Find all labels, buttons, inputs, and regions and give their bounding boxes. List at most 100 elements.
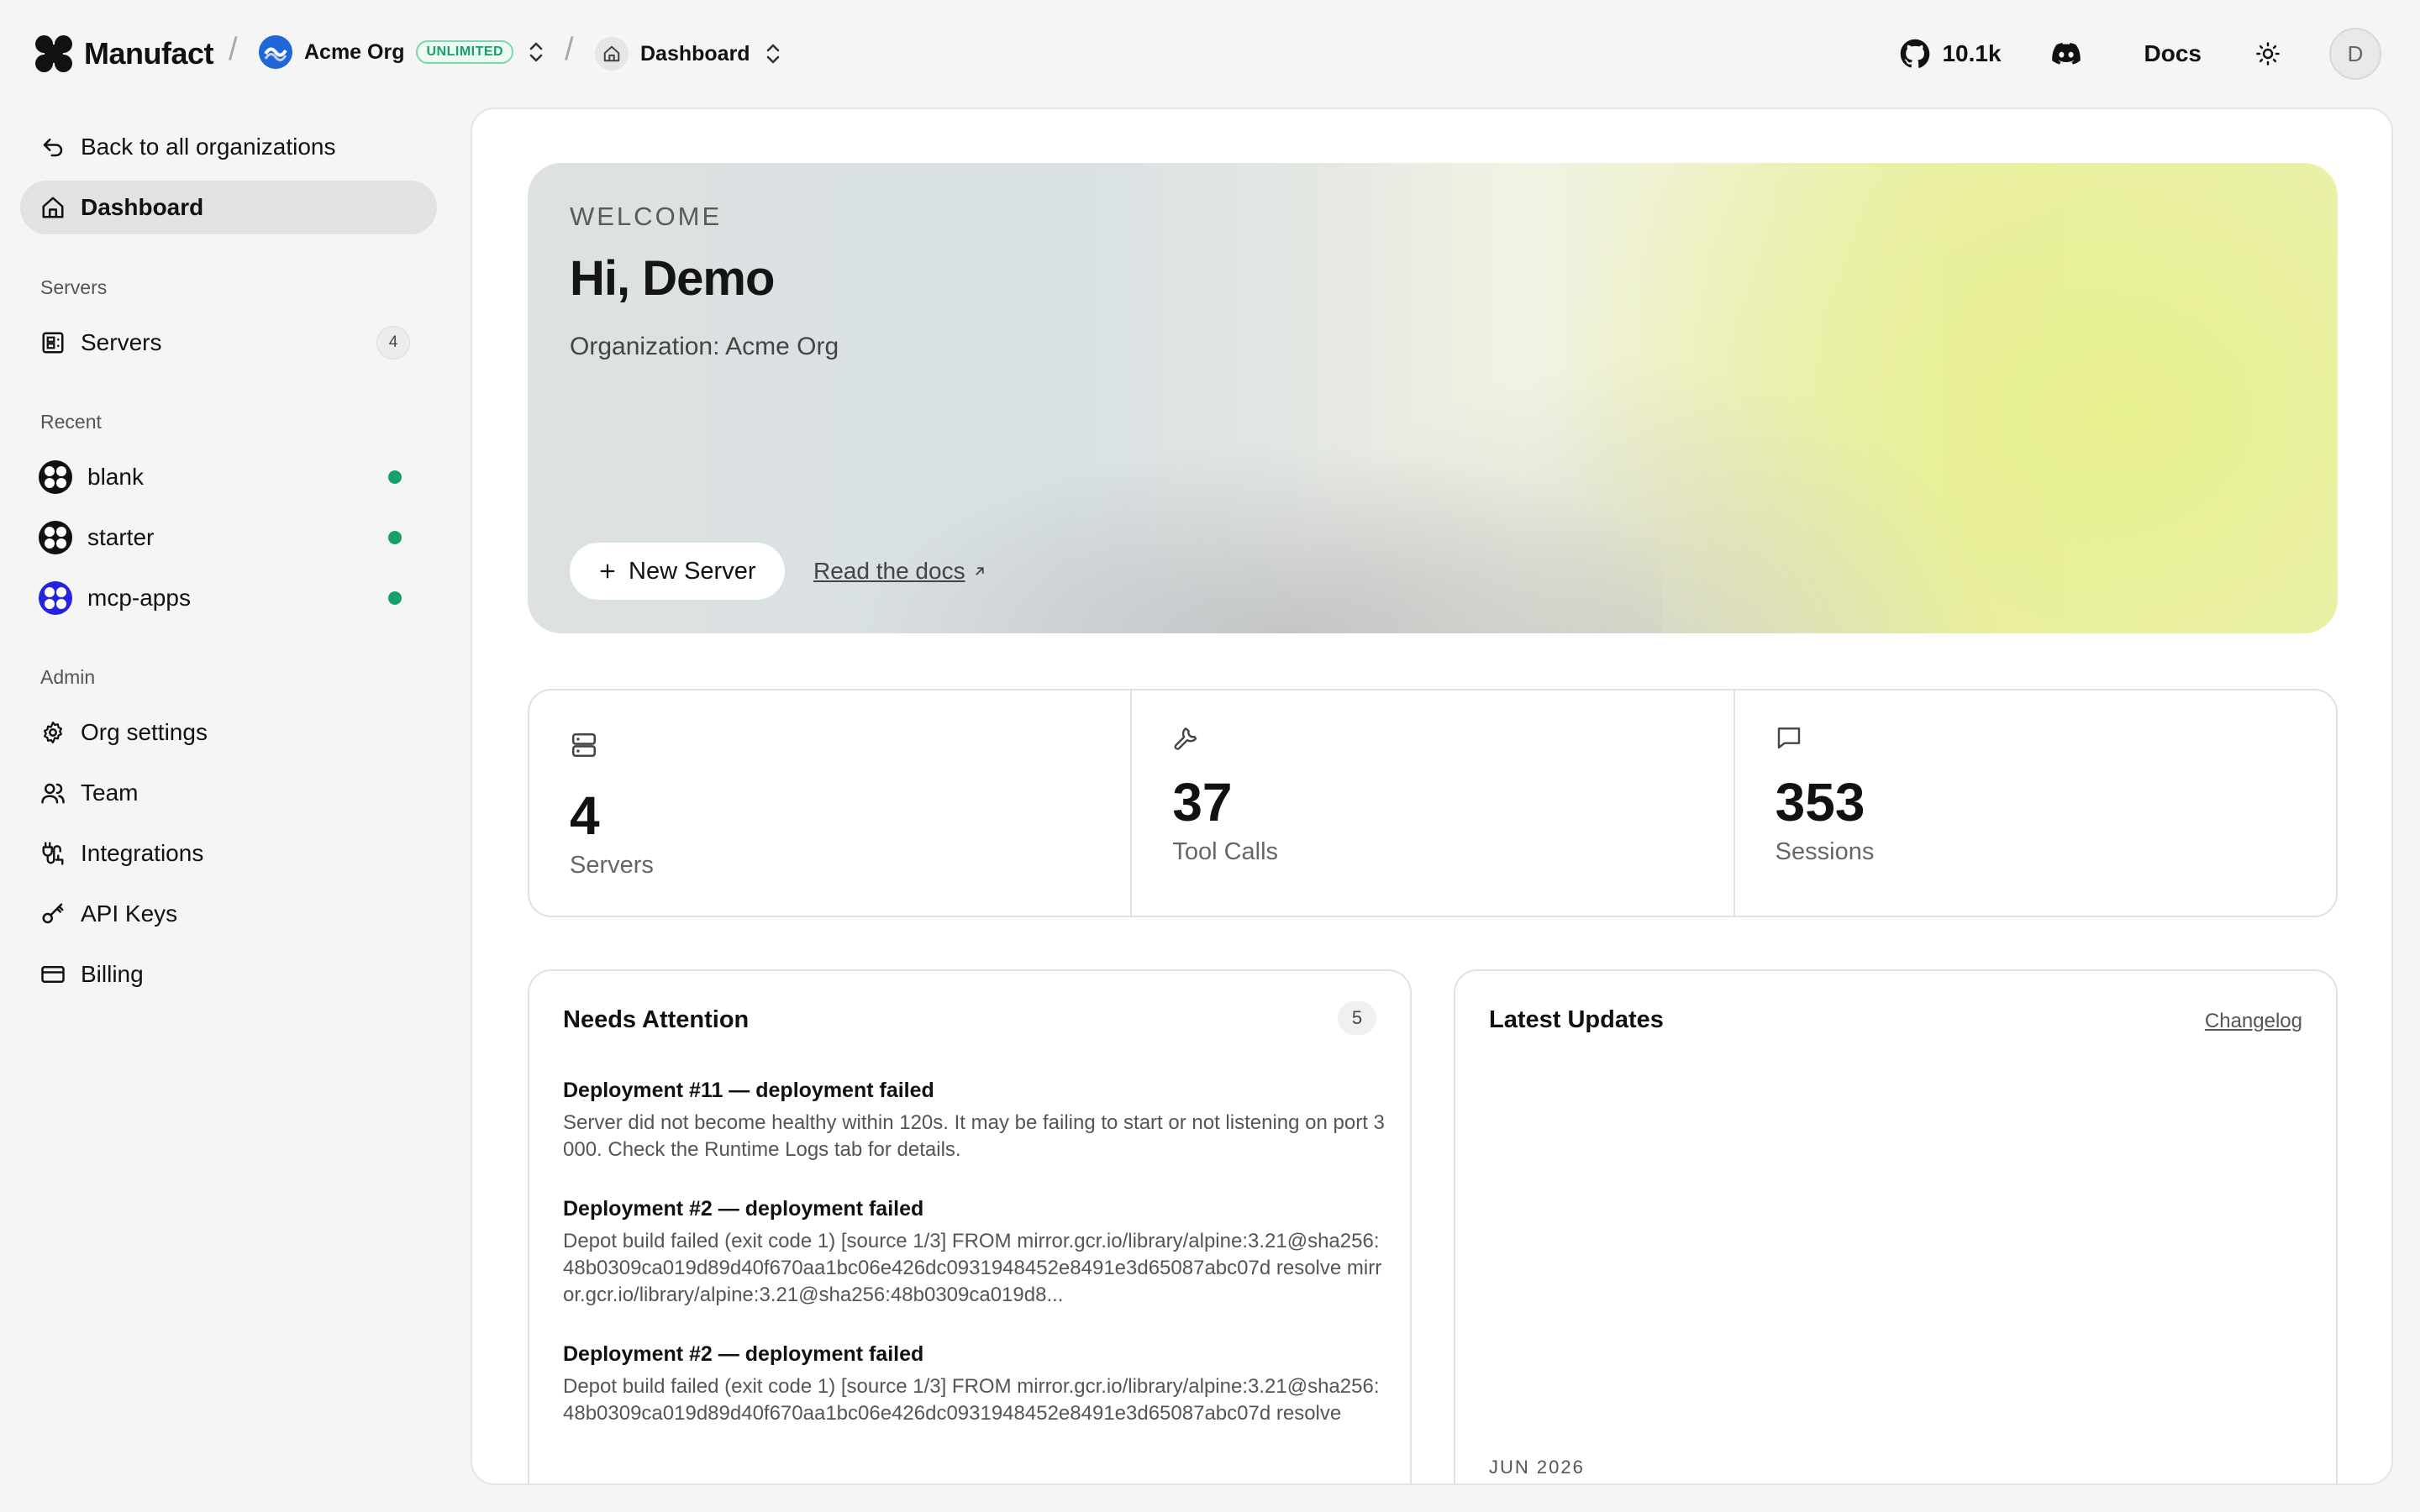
org-name: Acme Org [304,39,405,64]
sidebar-item-label: Servers [81,329,162,355]
hero-subtitle: Organization: Acme Org [570,333,839,360]
read-docs-label: Read the docs [813,558,965,584]
stat-label: Servers [570,852,654,879]
sun-icon [2256,42,2280,66]
plan-badge: UNLIMITED [416,40,514,64]
brand-logo[interactable]: Manufact [35,35,214,72]
status-dot-online [388,591,402,605]
attention-item-title: Deployment #2 — deployment failed [563,1342,924,1366]
discord-icon [2051,43,2081,65]
attention-item-title: Deployment #2 — deployment failed [563,1197,924,1221]
plus-icon [600,564,615,579]
wrench-icon [1174,727,1197,750]
gear-icon [39,718,67,747]
sidebar-item-team[interactable]: Team [20,766,437,820]
sidebar-item-org-settings[interactable]: Org settings [20,706,437,759]
attention-item-body: Server did not become healthy within 120… [563,1111,1385,1161]
breadcrumb-separator: / [229,32,238,67]
github-star-count: 10.1k [1942,40,2002,66]
sidebar-item-label: Team [81,780,139,806]
server-box-icon [39,328,67,357]
attention-item-title: Deployment #11 — deployment failed [563,1079,934,1102]
external-arrow-icon [975,567,984,575]
card-title: Needs Attention [563,1006,750,1033]
sidebar-item-label: Dashboard [81,194,204,220]
discord-link[interactable] [2051,42,2081,66]
recent-server-label: mcp-apps [87,585,191,611]
attention-item[interactable]: Deployment #2 — deployment failed Depot … [563,1342,1386,1427]
github-link[interactable]: 10.1k [1900,39,2002,69]
sidebar-item-label: Billing [81,961,144,987]
back-to-orgs-link[interactable]: Back to all organizations [20,120,437,174]
sidebar-item-billing[interactable]: Billing [20,948,437,1001]
stat-label: Sessions [1775,838,1875,865]
manufact-logo-icon [35,35,72,72]
org-switcher[interactable]: Acme Org UNLIMITED [259,35,547,69]
server-icon [571,732,597,758]
attention-item[interactable]: Deployment #2 — deployment failed Depot … [563,1197,1386,1309]
sidebar-item-servers[interactable]: Servers 4 [20,316,437,370]
team-icon [39,779,67,807]
sidebar-item-label: Integrations [81,840,204,866]
recent-server-item[interactable]: blank [20,450,437,504]
stat-value: 4 [570,785,600,846]
main-panel: WELCOME Hi, Demo Organization: Acme Org … [471,108,2393,1485]
attention-count-badge: 5 [1338,1001,1376,1035]
chevron-updown-icon [766,44,779,64]
status-dot-online [388,531,402,544]
theme-toggle[interactable] [2255,41,2281,66]
user-avatar[interactable]: D [2329,28,2381,80]
sidebar-item-api-keys[interactable]: API Keys [20,887,437,941]
top-right-actions: 10.1k Docs D [1900,28,2381,80]
new-server-label: New Server [629,557,756,585]
recent-server-item[interactable]: starter [20,511,437,564]
attention-item-body: Depot build failed (exit code 1) [source… [563,1375,1380,1425]
sidebar-item-dashboard[interactable]: Dashboard [20,181,437,234]
sidebar-item-label: Org settings [81,719,208,745]
update-month-label: JUN 2026 [1489,1457,1585,1478]
needs-attention-card: Needs Attention 5 Deployment #11 — deplo… [528,969,1412,1483]
stat-card-sessions[interactable]: 353 Sessions [1735,690,2336,916]
stat-card-servers[interactable]: 4 Servers [529,690,1133,916]
chevron-updown-icon [529,42,543,62]
recent-server-item[interactable]: mcp-apps [20,571,437,625]
new-server-button[interactable]: New Server [570,543,785,600]
home-icon [39,193,67,222]
card-title: Latest Updates [1489,1006,1664,1033]
section-label-servers: Servers [40,276,108,298]
card-icon [39,960,67,989]
key-icon [39,900,67,928]
section-label-recent: Recent [40,411,102,433]
server-logo-icon [39,581,72,615]
attention-item[interactable]: Deployment #11 — deployment failed Serve… [563,1079,1386,1163]
stat-value: 37 [1172,772,1233,832]
server-logo-icon [39,521,72,554]
section-label-admin: Admin [40,666,96,688]
undo-arrow-icon [39,133,67,161]
github-icon [1901,39,1930,68]
breadcrumb-separator: / [565,32,574,67]
sidebar-item-integrations[interactable]: Integrations [20,827,437,880]
page-switcher[interactable]: Dashboard [595,37,784,71]
hero-eyebrow: WELCOME [570,202,723,231]
stat-card-tool-calls[interactable]: 37 Tool Calls [1132,690,1735,916]
servers-count-badge: 4 [376,326,410,360]
brand-name: Manufact [84,36,214,71]
welcome-hero: WELCOME Hi, Demo Organization: Acme Org … [528,163,2338,633]
attention-list: Deployment #11 — deployment failed Serve… [563,1079,1386,1461]
changelog-link[interactable]: Changelog [2205,1010,2302,1033]
server-logo-icon [39,460,72,494]
docs-link[interactable]: Docs [2144,40,2202,67]
recent-server-label: starter [87,524,155,550]
recent-server-label: blank [87,464,144,490]
stat-value: 353 [1775,772,1865,832]
page-title: Hi, Demo [570,251,775,306]
read-docs-link[interactable]: Read the docs [813,558,987,585]
status-dot-online [388,470,402,484]
chat-icon [1777,727,1800,749]
latest-updates-card: Latest Updates Changelog JUN 2026 [1454,969,2338,1483]
org-avatar [259,35,292,69]
top-bar: Manufact / Acme Org UNLIMITED / Dashboar… [0,0,2420,108]
attention-item-body: Depot build failed (exit code 1) [source… [563,1230,1382,1306]
stats-row: 4 Servers 37 Tool Calls 353 Sessions [528,689,2338,917]
